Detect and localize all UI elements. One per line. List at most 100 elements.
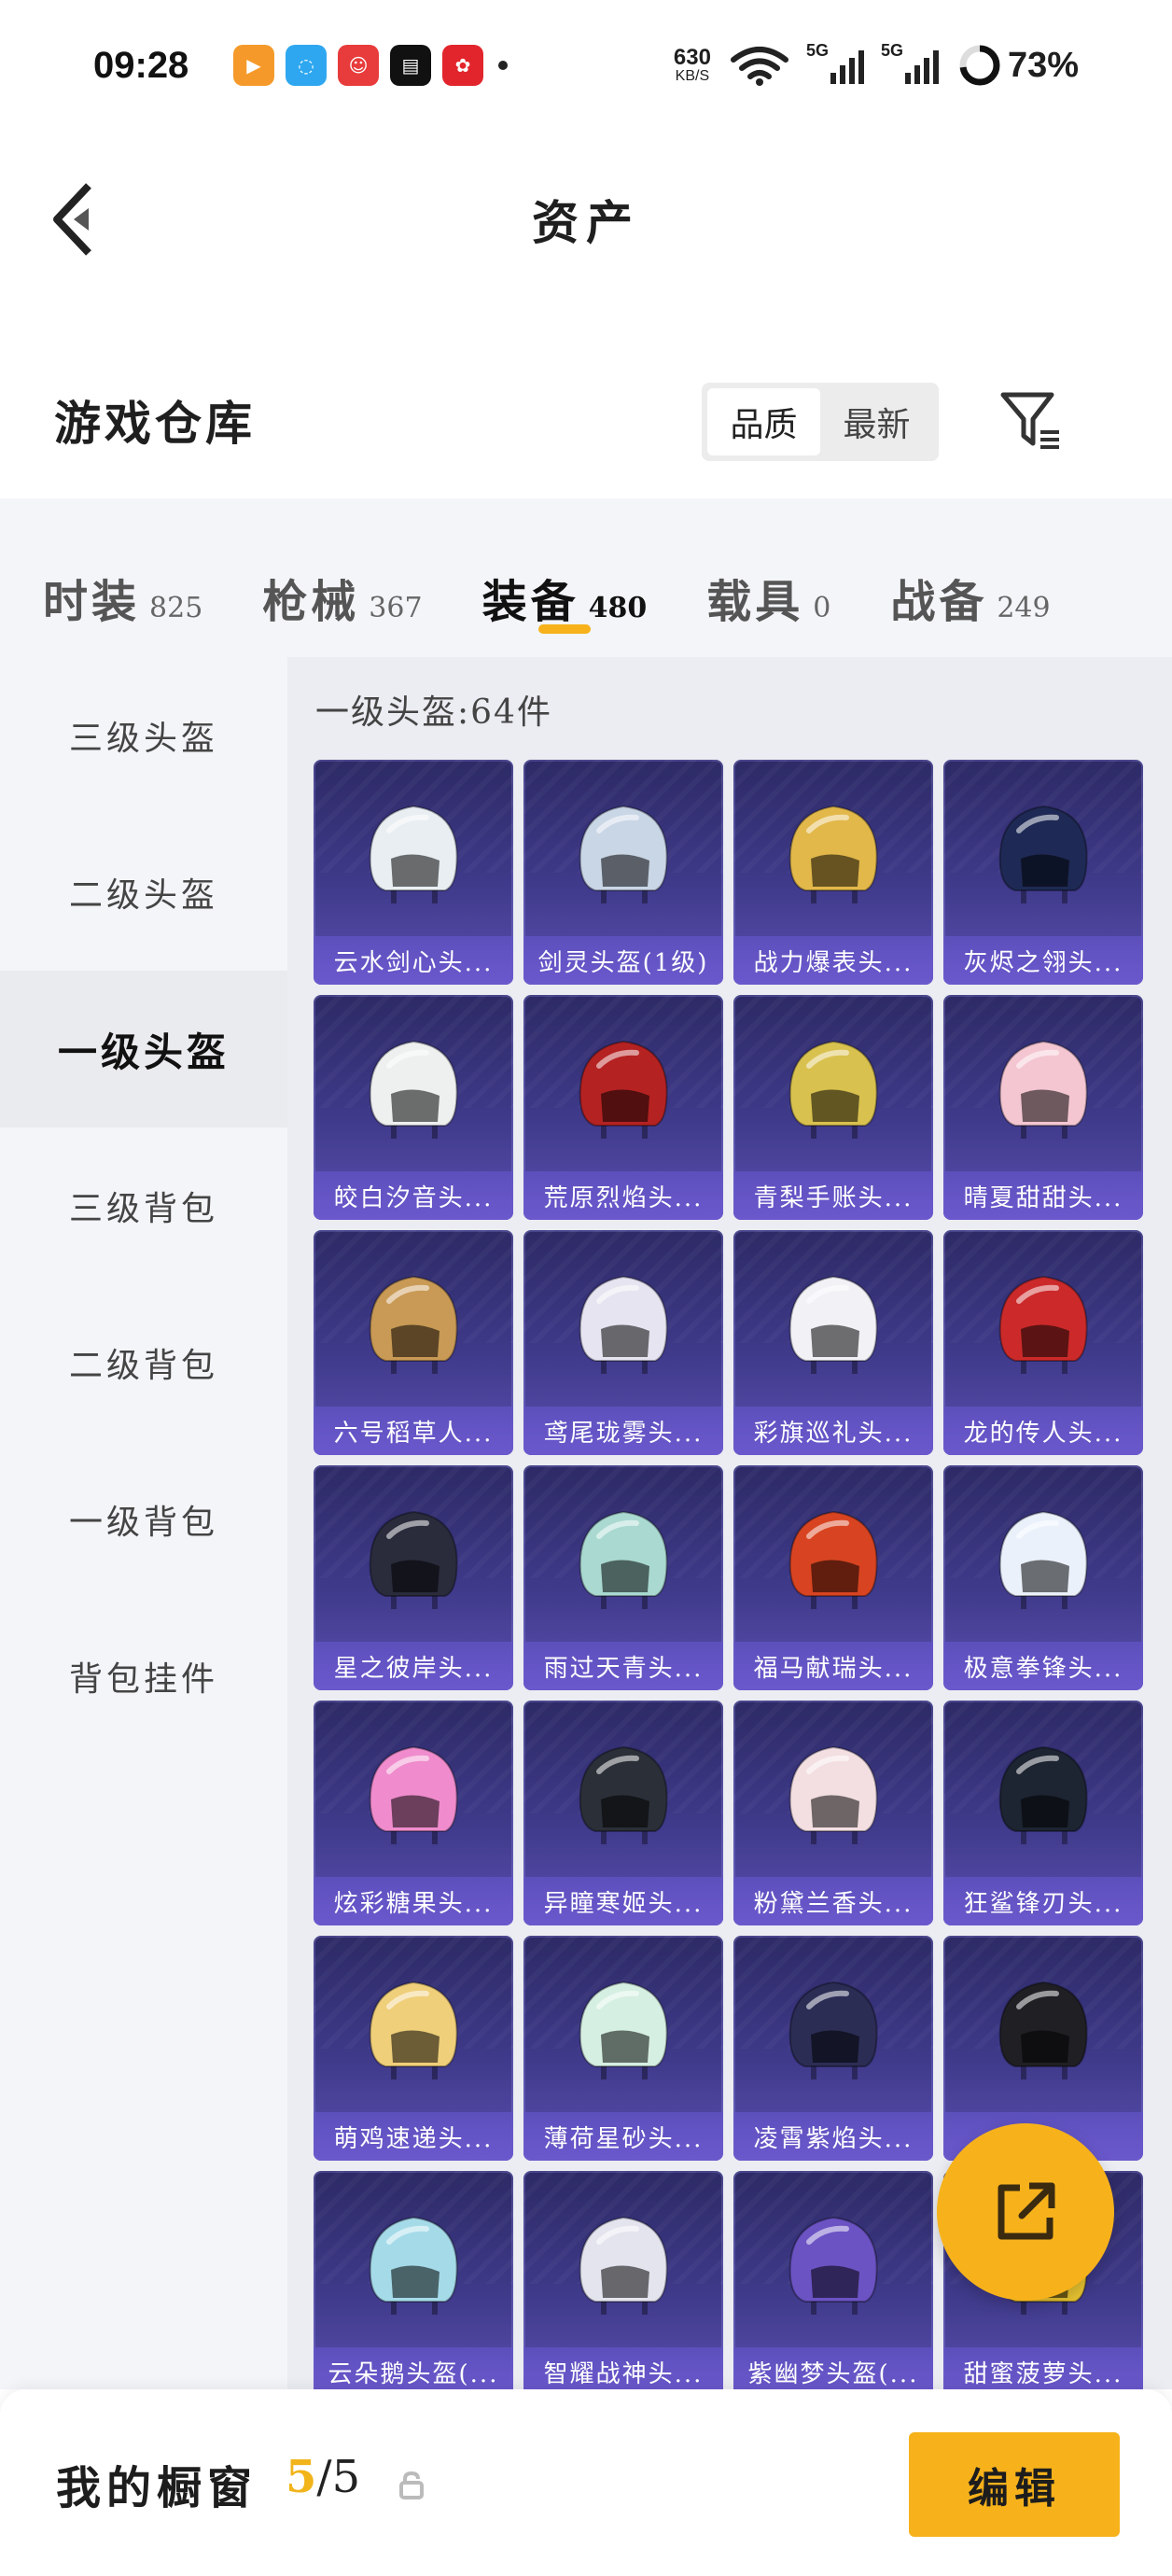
helmet-icon: [579, 1745, 668, 1844]
showcase-count-total: /5: [316, 2451, 361, 2503]
sort-toggle: 品质 最新: [702, 383, 939, 461]
item-name: 极意拳锋头...: [943, 1642, 1143, 1690]
back-arrow-icon: [53, 183, 91, 256]
sidebar-item-level2-backpack[interactable]: 二级背包: [0, 1284, 287, 1441]
item-name: 智耀战神头...: [523, 2347, 723, 2389]
lock-icon: [399, 2471, 424, 2499]
item-card[interactable]: 鸢尾珑雾头...: [523, 1230, 723, 1455]
item-card[interactable]: 智耀战神头...: [523, 2171, 723, 2389]
item-name: 鸢尾珑雾头...: [523, 1407, 723, 1455]
item-card[interactable]: 荒原烈焰头...: [523, 995, 723, 1220]
sort-newest-button[interactable]: 最新: [820, 388, 933, 455]
item-card[interactable]: 灰烬之翎头...: [943, 760, 1143, 985]
helmet-icon: [369, 1510, 458, 1609]
notification-icons: ▶ ◌ ☺ ▤ ✿: [233, 45, 483, 86]
tab-supplies[interactable]: 战备 249: [890, 531, 1051, 628]
item-card[interactable]: 晴夏甜甜头...: [943, 995, 1143, 1220]
item-name: 粉黛兰香头...: [733, 1877, 933, 1925]
item-card[interactable]: 云水剑心头...: [314, 760, 513, 985]
helmet-icon: [788, 2216, 878, 2315]
subcategory-sidebar: 三级头盔 二级头盔 一级头盔 三级背包 二级背包 一级背包 背包挂件: [0, 657, 287, 2389]
news-app-icon: ▤: [390, 45, 431, 86]
item-card[interactable]: 粉黛兰香头...: [733, 1701, 933, 1925]
page-title: 资产: [532, 195, 640, 250]
helmet-icon: [998, 805, 1088, 903]
sidebar-item-level3-backpack[interactable]: 三级背包: [0, 1127, 287, 1284]
tab-vehicles[interactable]: 载具 0: [706, 531, 831, 628]
back-button[interactable]: [45, 177, 101, 261]
item-card[interactable]: 紫幽梦头盔(...: [733, 2171, 933, 2389]
item-card[interactable]: 云朵鹅头盔(...: [314, 2171, 513, 2389]
tab-count: 367: [369, 592, 423, 624]
helmet-icon: [998, 1040, 1088, 1139]
more-notifications-icon: [498, 61, 508, 70]
warehouse-header: 游戏仓库 品质 最新: [0, 336, 1172, 504]
helmet-icon: [369, 1275, 458, 1374]
sidebar-item-level1-helmet[interactable]: 一级头盔: [0, 971, 287, 1127]
item-card[interactable]: 龙的传人头...: [943, 1230, 1143, 1455]
item-name: 战力爆表头...: [733, 936, 933, 985]
tab-equipment[interactable]: 装备 480: [482, 531, 647, 634]
item-name: 星之彼岸头...: [314, 1642, 513, 1690]
item-card[interactable]: 战力爆表头...: [733, 760, 933, 985]
wifi-icon: [730, 47, 788, 86]
item-name: 炫彩糖果头...: [314, 1877, 513, 1925]
item-name: 灰烬之翎头...: [943, 936, 1143, 985]
helmet-icon: [579, 1275, 668, 1374]
sidebar-item-level2-helmet[interactable]: 二级头盔: [0, 814, 287, 971]
share-button[interactable]: [937, 2123, 1114, 2301]
item-name: 荒原烈焰头...: [523, 1171, 723, 1220]
helmet-icon: [369, 1745, 458, 1844]
helmet-icon: [788, 805, 878, 903]
shop-app-icon: ✿: [442, 45, 483, 86]
item-card[interactable]: 凌霄紫焰头...: [733, 1936, 933, 2161]
tab-weapons[interactable]: 枪械 367: [262, 531, 423, 628]
helmet-icon: [998, 1510, 1088, 1609]
helmet-icon: [369, 1981, 458, 2079]
filter-button[interactable]: [995, 383, 1069, 457]
item-card[interactable]: 皎白汐音头...: [314, 995, 513, 1220]
item-card[interactable]: 异瞳寒姬头...: [523, 1701, 723, 1925]
helmet-icon: [788, 1745, 878, 1844]
item-card[interactable]: 狂鲨锋刃头...: [943, 1701, 1143, 1925]
tab-label: 战备: [890, 576, 988, 628]
item-card[interactable]: 薄荷星砂头...: [523, 1936, 723, 2161]
item-card[interactable]: 炫彩糖果头...: [314, 1701, 513, 1925]
item-card[interactable]: 萌鸡速递头...: [314, 1936, 513, 2161]
network-speed-unit: KB/S: [675, 68, 710, 84]
item-name: 龙的传人头...: [943, 1407, 1143, 1455]
tab-fashion[interactable]: 时装 825: [43, 531, 202, 628]
item-card[interactable]: 星之彼岸头...: [314, 1465, 513, 1690]
sidebar-item-backpack-charm[interactable]: 背包挂件: [0, 1598, 287, 1755]
helmet-icon: [579, 1981, 668, 2079]
warehouse-title: 游戏仓库: [54, 396, 256, 451]
tab-count: 0: [813, 592, 831, 624]
item-card[interactable]: 剑灵头盔(1级): [523, 760, 723, 985]
section-title: 一级头盔:64件: [315, 693, 552, 732]
cell-signal-icon: 5G: [806, 41, 864, 84]
sidebar-item-level3-helmet[interactable]: 三级头盔: [0, 657, 287, 814]
item-name: 凌霄紫焰头...: [733, 2112, 933, 2161]
edit-button[interactable]: 编辑: [909, 2432, 1120, 2537]
item-card[interactable]: 彩旗巡礼头...: [733, 1230, 933, 1455]
tab-label: 装备: [481, 576, 579, 628]
item-name: 紫幽梦头盔(...: [733, 2347, 933, 2389]
item-name: 皎白汐音头...: [314, 1171, 513, 1220]
item-name: 云水剑心头...: [314, 936, 513, 985]
item-card[interactable]: 福马献瑞头...: [733, 1465, 933, 1690]
helmet-icon: [579, 1510, 668, 1609]
sidebar-item-level1-backpack[interactable]: 一级背包: [0, 1441, 287, 1598]
item-card[interactable]: 雨过天青头...: [523, 1465, 723, 1690]
category-tabs: 时装 825 枪械 367 装备 480 载具 0 战备 249: [0, 498, 1172, 657]
showcase-bar: 我的橱窗 5/5 编辑: [0, 2389, 1172, 2576]
helmet-icon: [788, 1981, 878, 2079]
item-card[interactable]: 青梨手账头...: [733, 995, 933, 1220]
helmet-icon: [998, 1745, 1088, 1844]
item-card[interactable]: 六号稻草人...: [314, 1230, 513, 1455]
helmet-icon: [788, 1040, 878, 1139]
status-bar: 09:28 ▶ ◌ ☺ ▤ ✿ 630 KB/S 5G 5G 73%: [0, 0, 1172, 131]
item-card[interactable]: 极意拳锋头...: [943, 1465, 1143, 1690]
helmet-icon: [369, 805, 458, 903]
sort-quality-button[interactable]: 品质: [707, 388, 820, 455]
tab-count: 249: [997, 592, 1051, 624]
